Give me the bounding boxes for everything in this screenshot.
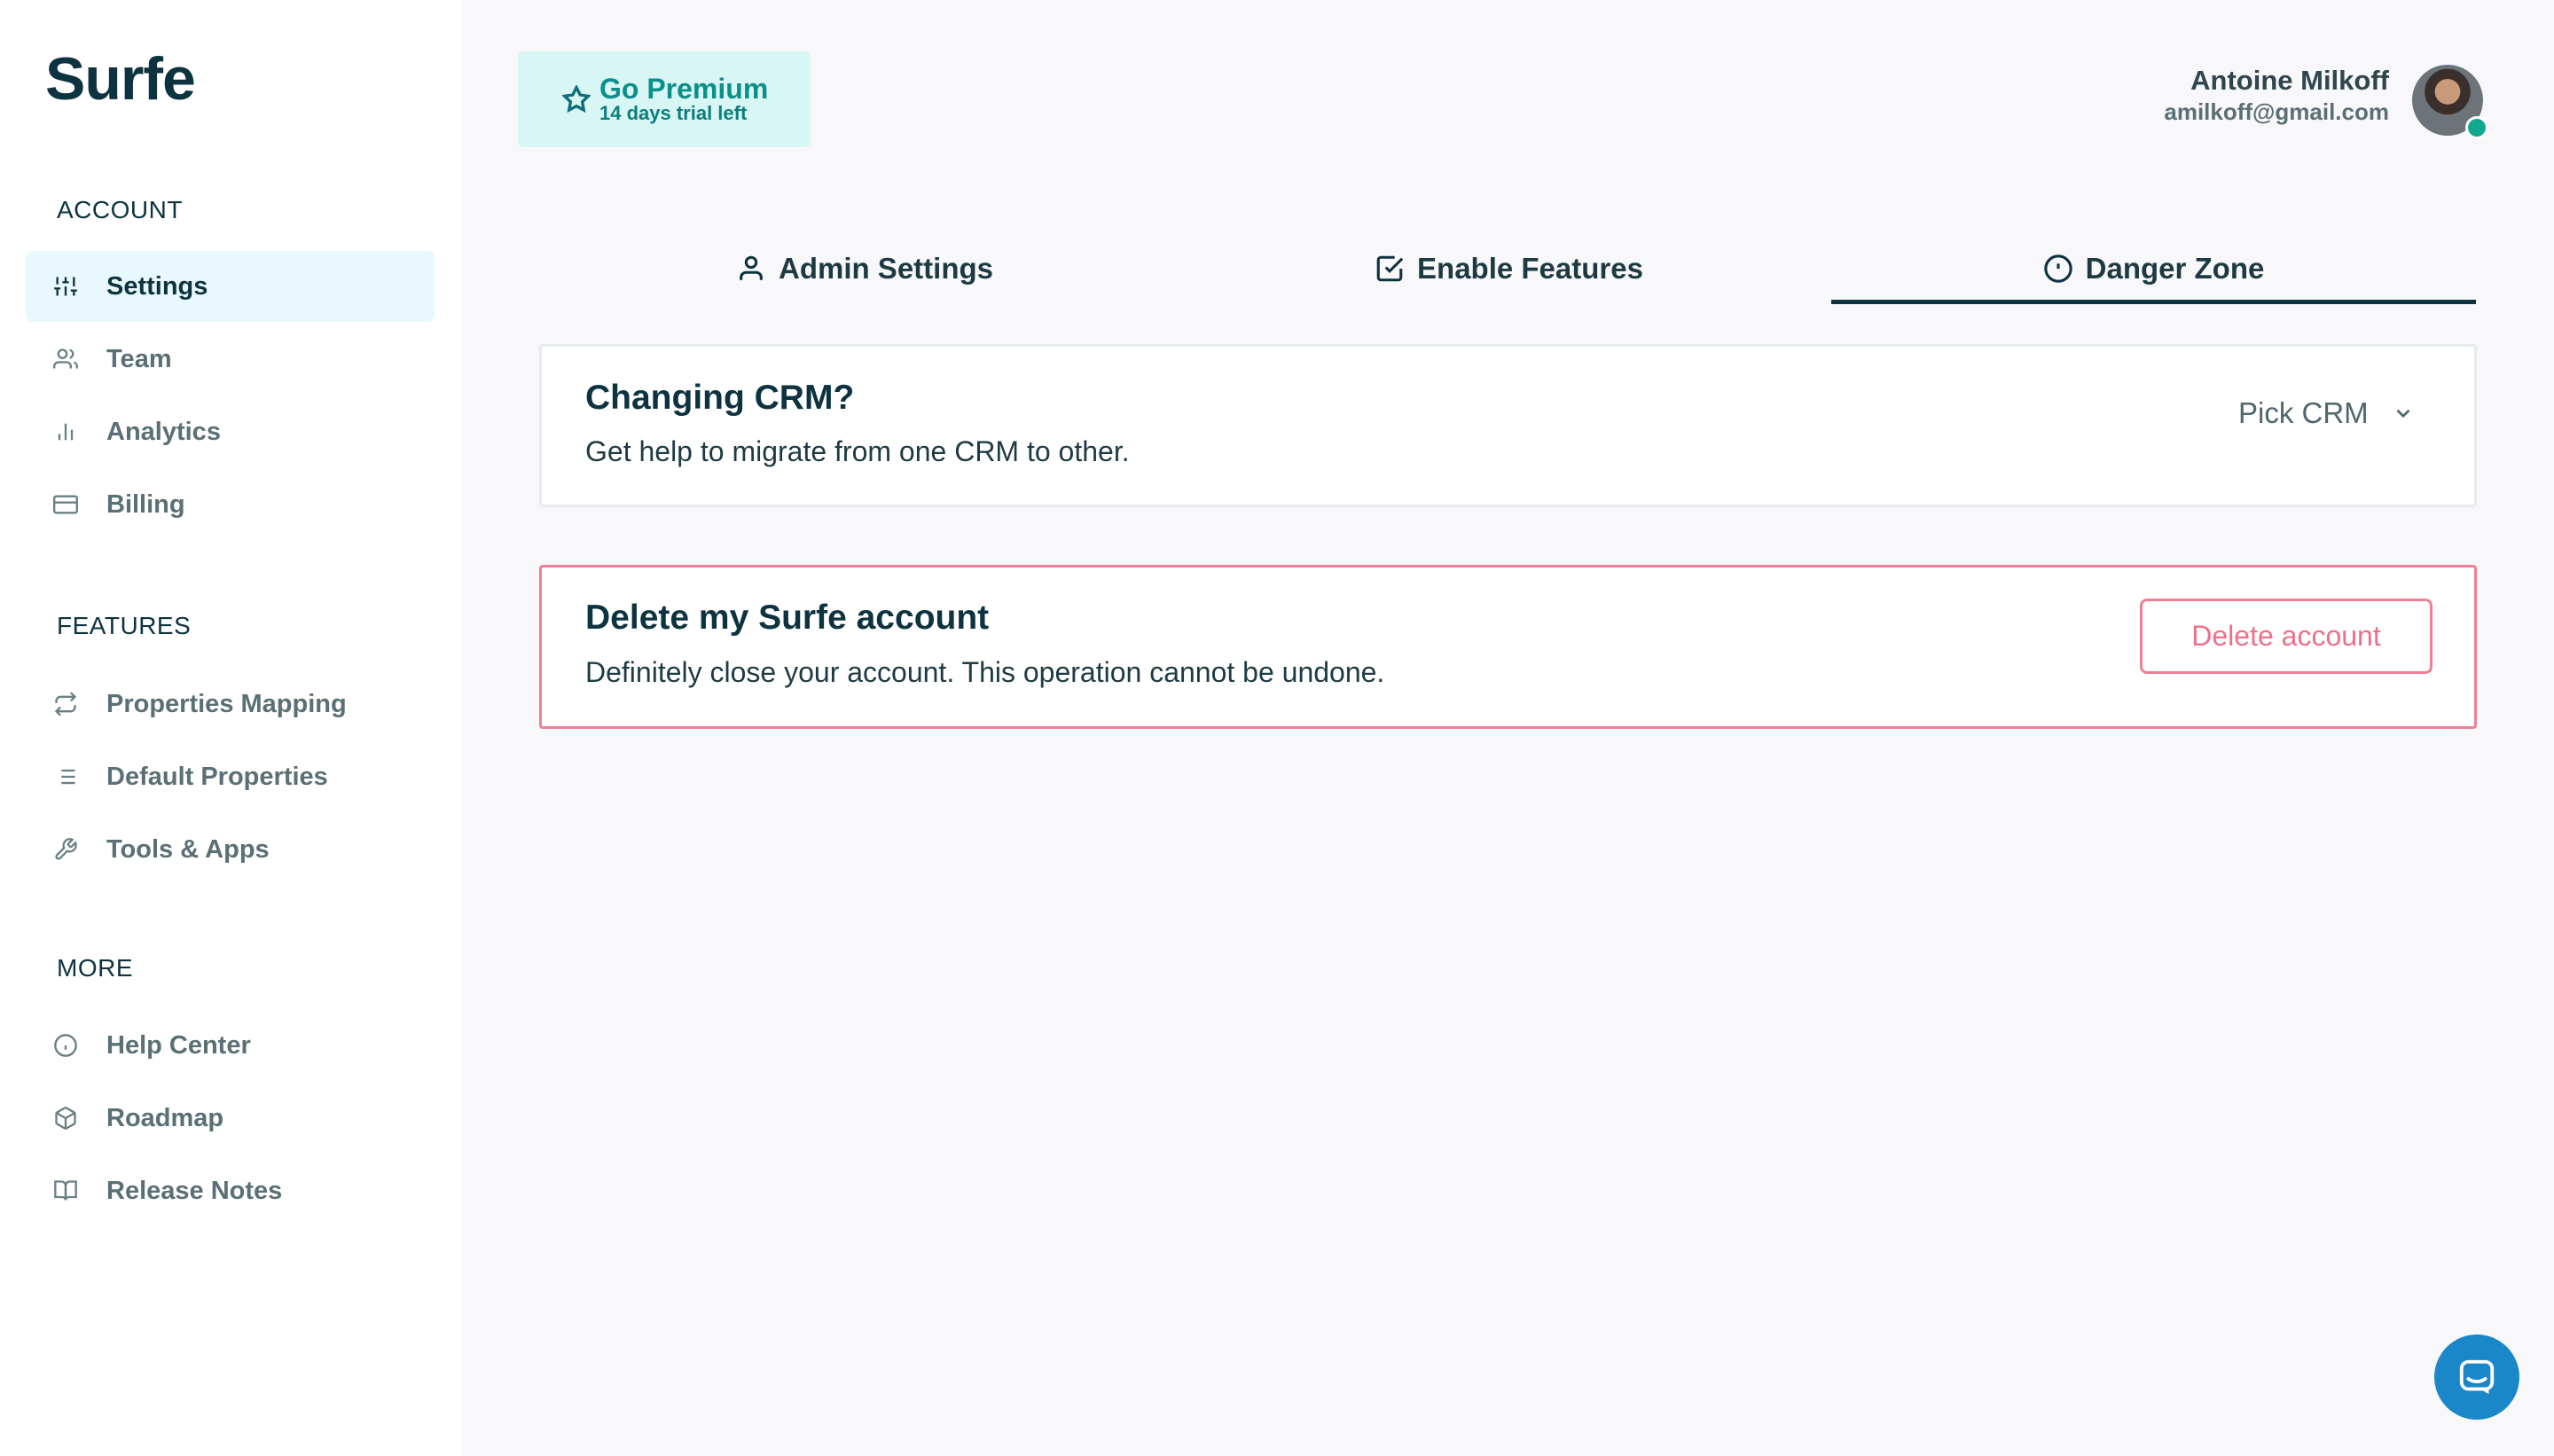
settings-tabs: Admin Settings Enable Features Danger Zo… bbox=[543, 238, 2476, 304]
sidebar-item-analytics[interactable]: Analytics bbox=[26, 396, 435, 467]
trial-days-left: 14 days trial left bbox=[599, 102, 748, 124]
star-icon bbox=[562, 85, 591, 114]
box-icon bbox=[52, 1105, 79, 1131]
sidebar-item-label: Default Properties bbox=[106, 762, 328, 791]
sidebar-item-label: Team bbox=[106, 344, 172, 373]
check-square-icon bbox=[1376, 255, 1404, 282]
tab-label: Admin Settings bbox=[778, 252, 993, 285]
sidebar-item-roadmap[interactable]: Roadmap bbox=[26, 1083, 435, 1154]
chat-launcher-button[interactable] bbox=[2434, 1335, 2519, 1420]
pick-crm-dropdown[interactable]: Pick CRM bbox=[2238, 396, 2415, 430]
sidebar-item-label: Settings bbox=[106, 271, 208, 301]
section-title-account: ACCOUNT bbox=[57, 196, 183, 223]
tab-danger-zone[interactable]: Danger Zone bbox=[1831, 238, 2476, 304]
crm-card-description: Get help to migrate from one CRM to othe… bbox=[585, 435, 1130, 467]
tool-icon bbox=[52, 836, 79, 863]
delete-account-button[interactable]: Delete account bbox=[2140, 599, 2433, 674]
user-email: amilkoff@gmail.com bbox=[2164, 98, 2389, 125]
sidebar-item-label: Properties Mapping bbox=[106, 689, 347, 718]
online-status-dot bbox=[2465, 116, 2488, 139]
users-icon bbox=[52, 346, 79, 372]
book-icon bbox=[52, 1178, 79, 1204]
list-icon bbox=[52, 763, 79, 790]
changing-crm-card: Changing CRM? Get help to migrate from o… bbox=[539, 344, 2477, 507]
delete-card-title: Delete my Surfe account bbox=[585, 599, 990, 637]
surfe-logo[interactable]: Surfe bbox=[45, 44, 196, 114]
chat-icon bbox=[2459, 1359, 2495, 1395]
sidebar-item-label: Billing bbox=[106, 489, 185, 519]
sidebar-item-label: Analytics bbox=[106, 417, 221, 446]
chevron-down-icon bbox=[2396, 409, 2410, 419]
sidebar-item-properties-mapping[interactable]: Properties Mapping bbox=[26, 669, 435, 740]
bar-chart-icon bbox=[52, 419, 79, 445]
sidebar-item-label: Help Center bbox=[106, 1030, 251, 1060]
pick-crm-label: Pick CRM bbox=[2238, 396, 2369, 429]
delete-account-card: Delete my Surfe account Definitely close… bbox=[539, 565, 2477, 729]
sidebar-item-billing[interactable]: Billing bbox=[26, 469, 435, 540]
sidebar-item-settings[interactable]: Settings bbox=[26, 251, 435, 322]
crm-card-title: Changing CRM? bbox=[585, 379, 855, 417]
alert-circle-icon bbox=[2043, 254, 2072, 283]
premium-title: Go Premium bbox=[599, 73, 769, 105]
delete-card-description: Definitely close your account. This oper… bbox=[585, 656, 1385, 688]
user-info: Antoine Milkoff amilkoff@gmail.com bbox=[2164, 64, 2389, 126]
user-name: Antoine Milkoff bbox=[2190, 65, 2389, 96]
section-title-features: FEATURES bbox=[57, 612, 192, 639]
go-premium-button[interactable]: Go Premium 14 days trial left bbox=[518, 51, 811, 147]
info-icon bbox=[52, 1032, 79, 1059]
sidebar-item-default-properties[interactable]: Default Properties bbox=[26, 741, 435, 812]
sidebar-item-label: Roadmap bbox=[106, 1103, 224, 1132]
sidebar-item-release-notes[interactable]: Release Notes bbox=[26, 1155, 435, 1226]
sliders-icon bbox=[52, 273, 79, 300]
tab-admin-settings[interactable]: Admin Settings bbox=[543, 238, 1187, 300]
sidebar-item-tools-apps[interactable]: Tools & Apps bbox=[26, 814, 435, 885]
tab-label: Enable Features bbox=[1417, 252, 1643, 285]
sidebar-item-label: Release Notes bbox=[106, 1176, 283, 1205]
sidebar-item-label: Tools & Apps bbox=[106, 834, 270, 864]
repeat-icon bbox=[52, 691, 79, 717]
sidebar-item-team[interactable]: Team bbox=[26, 324, 435, 395]
sidebar: Surfe ACCOUNT Settings Team Analytics Bi… bbox=[0, 0, 462, 1456]
tab-enable-features[interactable]: Enable Features bbox=[1187, 238, 1831, 300]
tab-label: Danger Zone bbox=[2085, 252, 2265, 285]
user-icon bbox=[740, 255, 763, 280]
sidebar-item-help-center[interactable]: Help Center bbox=[26, 1010, 435, 1081]
section-title-more: MORE bbox=[57, 954, 133, 982]
credit-card-icon bbox=[52, 491, 79, 518]
